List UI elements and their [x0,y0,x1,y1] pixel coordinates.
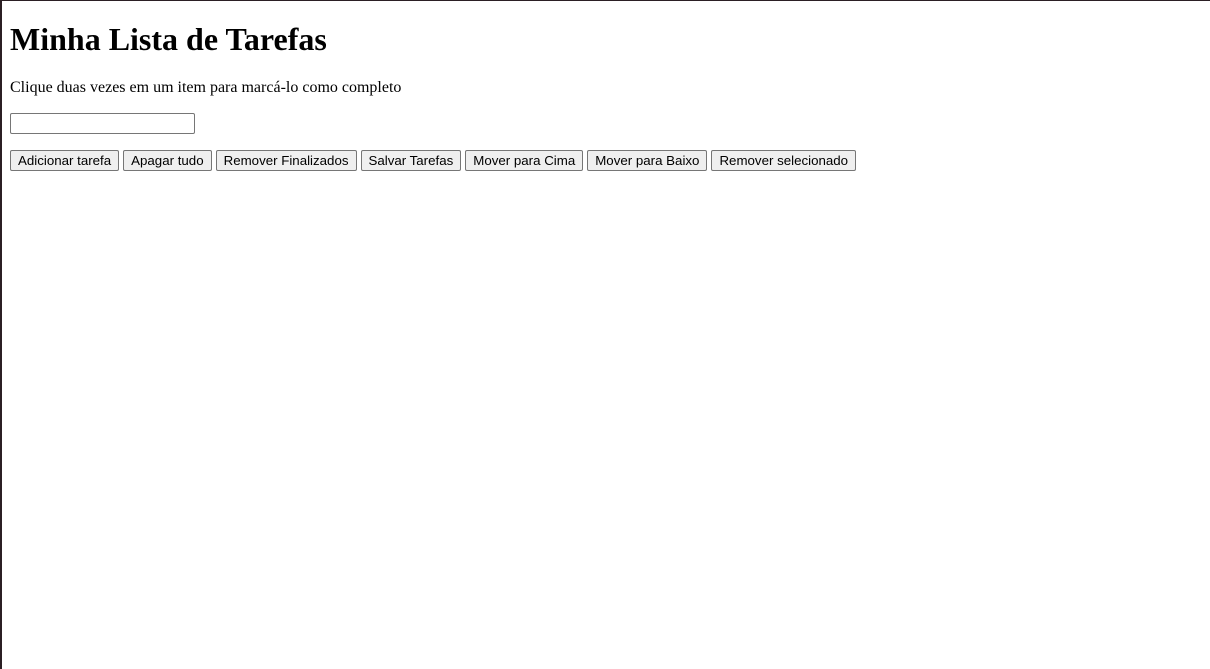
remove-selected-button[interactable]: Remover selecionado [711,150,857,171]
add-task-button[interactable]: Adicionar tarefa [10,150,120,171]
move-up-button[interactable]: Mover para Cima [465,150,584,171]
window-left-border [0,0,2,669]
instructions-text: Clique duas vezes em um item para marcá-… [10,79,402,96]
button-toolbar: Adicionar tarefa Apagar tudo Remover Fin… [10,150,857,171]
todo-app: Minha Lista de Tarefas Clique duas vezes… [10,0,857,171]
remove-finished-button[interactable]: Remover Finalizados [215,150,357,171]
clear-all-button[interactable]: Apagar tudo [123,150,212,171]
page-title: Minha Lista de Tarefas [10,21,327,57]
save-tasks-button[interactable]: Salvar Tarefas [360,150,462,171]
task-input[interactable] [10,113,195,134]
move-down-button[interactable]: Mover para Baixo [587,150,708,171]
